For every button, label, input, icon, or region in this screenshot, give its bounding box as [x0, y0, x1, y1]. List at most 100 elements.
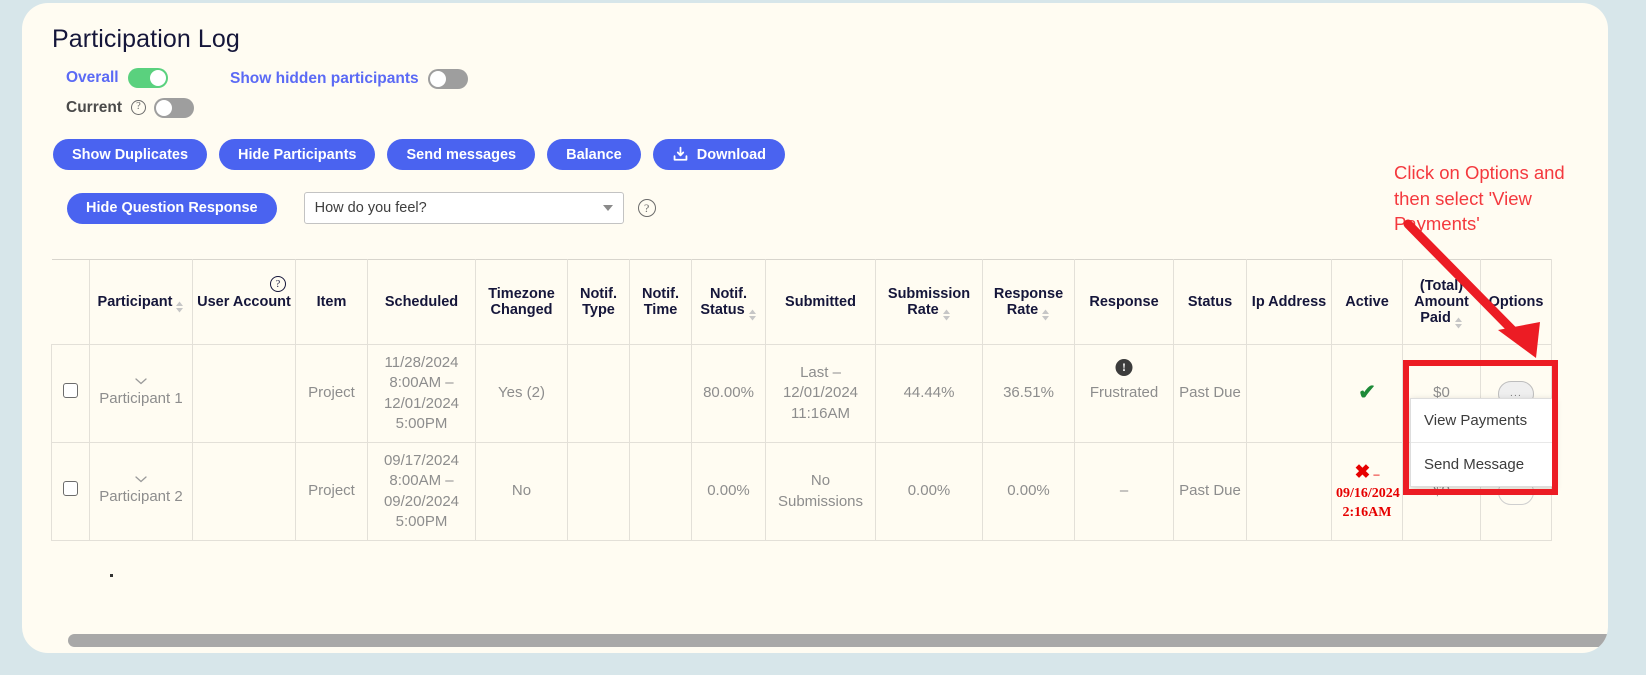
menu-item-send-message[interactable]: Send Message — [1411, 442, 1554, 486]
warning-icon[interactable]: ! — [1115, 359, 1133, 376]
overall-toggle-row: Overall — [66, 65, 194, 90]
screen-root: Participation Log Overall Current ? Show… — [0, 0, 1646, 675]
overall-toggle-knob — [149, 69, 166, 86]
header-item: Item — [295, 259, 368, 345]
options-dropdown-menu: View Payments Send Message — [1410, 398, 1555, 487]
cell-ip-address — [1246, 442, 1332, 541]
header-ip-address: Ip Address — [1246, 259, 1332, 345]
cell-status: Past Due — [1173, 344, 1247, 443]
check-icon: ✔ — [1358, 381, 1376, 405]
question-select[interactable]: How do you feel? — [303, 192, 624, 224]
cell-submission-rate: 0.00% — [875, 442, 983, 541]
cell-timezone-changed: No — [475, 442, 568, 541]
cell-status: Past Due — [1173, 442, 1247, 541]
current-toggle-knob — [155, 99, 172, 116]
cell-notif-status: 80.00% — [691, 344, 766, 443]
header-response: Response — [1074, 259, 1174, 345]
download-button[interactable]: Download — [652, 139, 786, 170]
header-response-rate[interactable]: Response Rate — [982, 259, 1075, 345]
send-messages-button[interactable]: Send messages — [387, 139, 536, 170]
cell-notif-time — [629, 344, 692, 443]
row-checkbox-cell[interactable] — [51, 344, 90, 443]
header-notif-type: Notif. Type — [567, 259, 630, 345]
header-participant[interactable]: Participant — [89, 259, 193, 345]
cell-participant[interactable]: Participant 1 — [89, 344, 193, 443]
horizontal-scrollbar[interactable] — [68, 634, 1608, 647]
cell-submission-rate: 44.44% — [875, 344, 983, 443]
hide-question-response-button[interactable]: Hide Question Response — [67, 192, 277, 224]
cell-scheduled: 09/17/2024 8:00AM – 09/20/2024 5:00PM — [367, 442, 476, 541]
download-button-label: Download — [696, 146, 767, 163]
header-scheduled: Scheduled — [367, 259, 476, 345]
chevron-down-icon[interactable] — [135, 476, 147, 483]
header-notif-status[interactable]: Notif. Status — [691, 259, 766, 345]
show-duplicates-button[interactable]: Show Duplicates — [53, 139, 208, 170]
active-date: 09/16/2024 2:16AM — [1336, 486, 1400, 521]
cell-item: Project — [295, 442, 368, 541]
download-icon — [672, 146, 689, 163]
header-status: Status — [1173, 259, 1247, 345]
header-submitted: Submitted — [765, 259, 876, 345]
response-value: Frustrated — [1089, 384, 1159, 402]
annotation-text: Click on Options and then select 'View P… — [1394, 162, 1565, 235]
cell-submitted: No Submissions — [765, 442, 876, 541]
sort-icon[interactable] — [1454, 317, 1463, 329]
stray-dot — [110, 574, 113, 577]
cell-response: – — [1074, 442, 1174, 541]
sort-icon[interactable] — [748, 309, 757, 321]
row-checkbox[interactable] — [63, 480, 78, 496]
participant-name: Participant 1 — [99, 389, 183, 407]
show-hidden-participants-toggle[interactable] — [427, 69, 468, 89]
current-label: Current — [66, 98, 122, 116]
header-timezone-changed: Timezone Changed — [475, 259, 568, 345]
cell-scheduled: 11/28/2024 8:00AM – 12/01/2024 5:00PM — [367, 344, 476, 443]
header-user-account-label: User Account — [197, 294, 291, 310]
cell-notif-time — [629, 442, 692, 541]
header-response-rate-label: Response Rate — [993, 286, 1064, 318]
current-toggle[interactable] — [153, 97, 194, 118]
user-account-help-icon[interactable]: ? — [270, 276, 286, 292]
header-submission-rate-label: Submission Rate — [887, 286, 971, 318]
participant-name: Participant 2 — [99, 487, 183, 505]
cross-icon: ✖ — [1354, 461, 1371, 483]
cell-timezone-changed: Yes (2) — [475, 344, 568, 443]
row-checkbox-cell[interactable] — [51, 442, 90, 541]
row-checkbox[interactable] — [63, 382, 78, 398]
show-hidden-toggle-knob — [429, 71, 446, 87]
question-help-icon[interactable]: ? — [637, 199, 656, 217]
header-notif-time: Notif. Time — [629, 259, 692, 345]
balance-button[interactable]: Balance — [547, 139, 641, 170]
chevron-down-icon[interactable] — [135, 378, 147, 385]
sort-icon[interactable] — [175, 301, 184, 313]
chevron-down-icon — [602, 205, 613, 211]
overall-toggle[interactable] — [127, 67, 168, 88]
hide-participants-button[interactable]: Hide Participants — [219, 139, 376, 170]
cell-participant[interactable]: Participant 2 — [89, 442, 193, 541]
cell-response-rate: 36.51% — [982, 344, 1075, 443]
header-submission-rate[interactable]: Submission Rate — [875, 259, 983, 345]
cell-submitted: Last – 12/01/2024 11:16AM — [765, 344, 876, 443]
header-amount-paid[interactable]: (Total) Amount Paid — [1402, 259, 1481, 345]
cell-user-account — [192, 442, 296, 541]
show-hidden-participants-label: Show hidden participants — [230, 70, 419, 87]
cell-notif-type — [567, 442, 630, 541]
cell-notif-type — [567, 344, 630, 443]
table-row: Participant 2 Project 09/17/2024 8:00AM … — [51, 442, 1552, 541]
cell-active: ✔ — [1331, 344, 1403, 443]
cell-item: Project — [295, 344, 368, 443]
overall-label: Overall — [66, 68, 119, 86]
show-hidden-participants-row: Show hidden participants — [230, 69, 468, 89]
question-mark-icon[interactable]: ? — [130, 100, 146, 115]
question-select-value: How do you feel? — [314, 200, 427, 216]
sort-icon[interactable] — [942, 309, 951, 321]
cell-active: ✖ – 09/16/2024 2:16AM — [1331, 442, 1403, 541]
sort-icon[interactable] — [1041, 309, 1050, 321]
header-participant-label: Participant — [97, 294, 173, 310]
page-title: Participation Log — [52, 25, 240, 53]
participation-log-card: Participation Log Overall Current ? Show… — [22, 3, 1608, 653]
cell-notif-status: 0.00% — [691, 442, 766, 541]
toggle-group: Overall Current ? — [66, 65, 194, 120]
question-filter-row: Hide Question Response How do you feel? … — [67, 192, 656, 224]
menu-item-view-payments[interactable]: View Payments — [1411, 399, 1554, 442]
action-button-row: Show Duplicates Hide Participants Send m… — [53, 139, 786, 170]
